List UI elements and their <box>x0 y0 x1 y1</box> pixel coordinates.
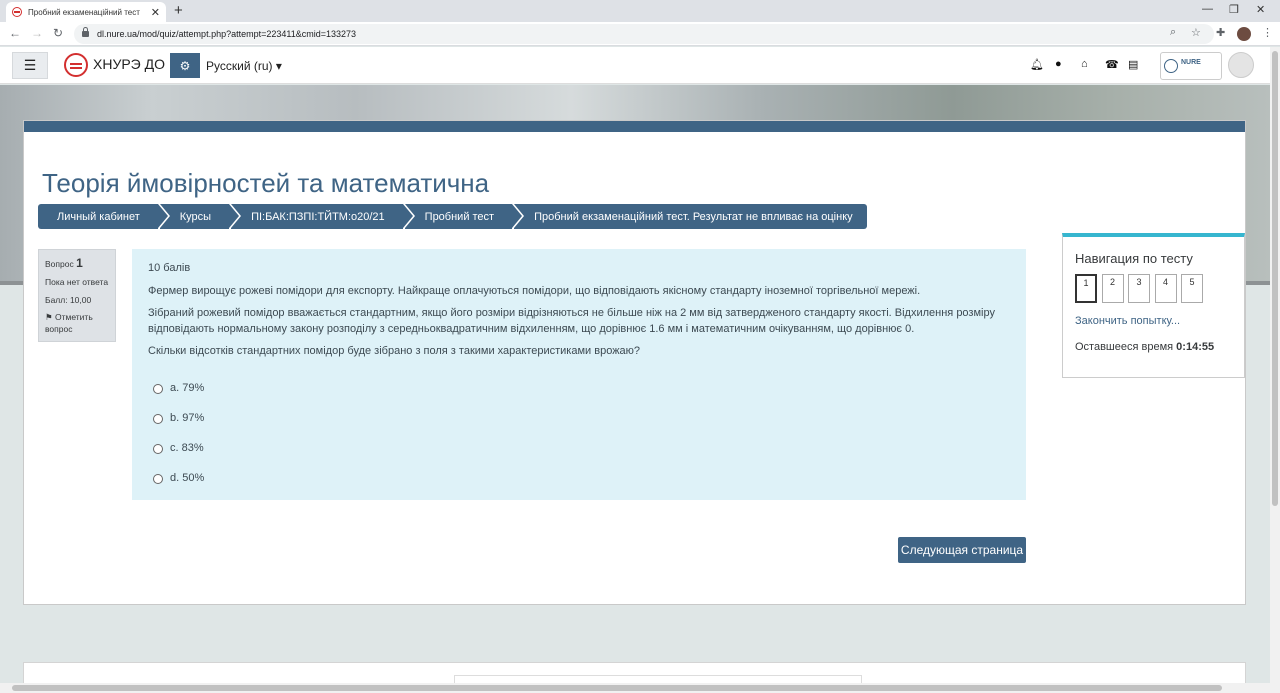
question-info-box: Вопрос 1 Пока нет ответа Балл: 10,00 ⚑ О… <box>38 249 116 342</box>
tab-close-icon[interactable]: ✕ <box>151 6 160 19</box>
phone-icon[interactable]: ☎ <box>1105 58 1119 71</box>
browser-menu-icon[interactable]: ⋮ <box>1262 26 1273 39</box>
question-mark: Балл: 10,00 <box>45 294 92 305</box>
new-tab-button[interactable]: + <box>174 2 183 19</box>
answer-radio[interactable] <box>153 443 163 454</box>
caret-down-icon: ▾ <box>275 59 282 73</box>
chat-icon[interactable]: ● <box>1055 58 1062 70</box>
brand-name[interactable]: ХНУРЭ ДО <box>93 56 165 72</box>
hamburger-icon: ☰ <box>23 57 37 73</box>
breadcrumb-item[interactable]: Личный кабинет <box>38 204 170 229</box>
browser-toolbar: ← → ↻ dl.nure.ua/mod/quiz/attempt.php?at… <box>0 22 1280 46</box>
address-bar[interactable]: dl.nure.ua/mod/quiz/attempt.php?attempt=… <box>74 24 1214 44</box>
quiz-navigation-title: Навигация по тесту <box>1075 251 1193 266</box>
answer-label[interactable]: c. 83% <box>170 441 204 457</box>
breadcrumb-item[interactable]: Курсы <box>159 204 242 229</box>
answer-label[interactable]: d. 50% <box>170 471 204 487</box>
answer-radio[interactable] <box>153 473 163 484</box>
answer-options: a. 79% b. 97% c. 83% d. 50% <box>148 374 1010 494</box>
brand-logo-icon[interactable] <box>64 53 88 77</box>
flag-question-toggle[interactable]: ⚑ Отметить вопрос <box>45 312 109 335</box>
user-avatar[interactable] <box>1228 52 1254 78</box>
back-icon[interactable]: ← <box>9 26 21 40</box>
quiz-nav-question-1[interactable]: 1 <box>1075 274 1097 303</box>
zoom-icon[interactable]: ⌕ <box>1170 26 1176 39</box>
answer-radio[interactable] <box>153 413 163 424</box>
question-body: 10 балів Фермер вирощує рожеві помідори … <box>132 249 1026 500</box>
question-text: Зібраний рожевий помідор вважається стан… <box>148 306 995 335</box>
quiz-nav-question-2[interactable]: 2 <box>1101 274 1124 303</box>
home-icon[interactable]: ⌂ <box>1081 58 1088 70</box>
browser-tabstrip: Пробний екзаменаційний тест ✕ + — ❐ ✕ <box>0 0 1280 22</box>
answer-radio[interactable] <box>153 383 163 394</box>
bell-icon[interactable]: 🔔︎ <box>1030 58 1044 71</box>
quiz-nav-question-5[interactable]: 5 <box>1181 274 1203 303</box>
extensions-icon[interactable]: ✚ <box>1216 26 1225 39</box>
site-favicon-icon <box>12 7 22 17</box>
minimize-icon[interactable]: — <box>1202 3 1213 15</box>
answer-option[interactable]: c. 83% <box>153 434 1010 464</box>
quiz-navigation-block: Навигация по тесту 1 2 3 4 5 Закончить п… <box>1062 233 1245 378</box>
question-grade: 10 балів <box>148 262 191 274</box>
answer-label[interactable]: a. 79% <box>170 381 204 397</box>
quiz-nav-question-4[interactable]: 4 <box>1154 274 1177 303</box>
restore-icon[interactable]: ❐ <box>1229 3 1239 16</box>
next-page-button[interactable]: Следующая страница <box>898 537 1026 563</box>
site-navbar: ☰ ХНУРЭ ДО ⚙ Русский ‎(ru)‎ ▾ 🔔︎ ● ⌂ ☎ ▤… <box>0 47 1270 84</box>
book-icon[interactable]: ▤ <box>1128 58 1138 71</box>
card-header-bar <box>24 121 1245 132</box>
timer-value: 0:14:55 <box>1176 341 1215 353</box>
forward-icon[interactable]: → <box>31 26 43 40</box>
browser-tab[interactable]: Пробний екзаменаційний тест ✕ <box>6 2 166 22</box>
lock-icon <box>82 27 89 37</box>
answer-label[interactable]: b. 97% <box>170 411 204 427</box>
quiz-nav-question-3[interactable]: 3 <box>1128 274 1150 303</box>
horizontal-scrollbar-thumb[interactable] <box>12 685 1222 691</box>
nure-logo[interactable]: NURE <box>1160 52 1222 80</box>
question-text: Фермер вирощує рожеві помідори для експо… <box>148 284 921 297</box>
bookmark-star-icon[interactable]: ☆ <box>1191 26 1201 39</box>
language-selector[interactable]: Русский ‎(ru)‎ ▾ <box>206 59 282 73</box>
browser-tab-title: Пробний екзаменаційний тест <box>28 7 140 17</box>
vertical-scrollbar[interactable] <box>1270 47 1280 693</box>
question-state: Пока нет ответа <box>45 277 109 288</box>
nure-logo-icon <box>1164 59 1178 73</box>
answer-option[interactable]: a. 79% <box>153 374 1010 404</box>
flag-icon: ⚑ <box>45 312 53 323</box>
breadcrumb: Личный кабинет Курсы ПІ:БАК:ПЗПІ:ТЙТМ:о2… <box>38 204 869 229</box>
timer-label: Оставшееся время <box>1075 341 1174 353</box>
answer-option[interactable]: d. 50% <box>153 464 1010 494</box>
question-number: Вопрос 1 <box>45 256 83 270</box>
quiz-timer: Оставшееся время 0:14:55 <box>1075 341 1232 353</box>
breadcrumb-item[interactable]: Пробний екзаменаційний тест. Результат н… <box>514 204 867 229</box>
window-close-icon[interactable]: ✕ <box>1256 3 1265 16</box>
language-label: Русский ‎(ru)‎ <box>206 59 273 73</box>
url-text: dl.nure.ua/mod/quiz/attempt.php?attempt=… <box>97 29 357 39</box>
finish-attempt-link[interactable]: Закончить попытку... <box>1075 315 1232 327</box>
quiz-navigation-buttons: 1 2 3 4 5 <box>1075 274 1232 303</box>
language-settings-icon[interactable]: ⚙ <box>170 53 200 78</box>
hamburger-menu-button[interactable]: ☰ <box>12 52 48 79</box>
profile-avatar[interactable] <box>1237 27 1251 41</box>
horizontal-scrollbar[interactable] <box>0 683 1270 693</box>
reload-icon[interactable]: ↻ <box>53 26 63 40</box>
breadcrumb-item[interactable]: ПІ:БАК:ПЗПІ:ТЙТМ:о20/21 <box>231 204 415 229</box>
page-title: Теорія ймовірностей та математична <box>42 168 490 198</box>
answer-option[interactable]: b. 97% <box>153 404 1010 434</box>
breadcrumb-item[interactable]: Пробний тест <box>404 204 525 229</box>
vertical-scrollbar-thumb[interactable] <box>1272 51 1278 506</box>
nure-logo-text: NURE <box>1181 58 1201 66</box>
question-text: Скільки відсотків стандартних помідор бу… <box>148 344 641 357</box>
